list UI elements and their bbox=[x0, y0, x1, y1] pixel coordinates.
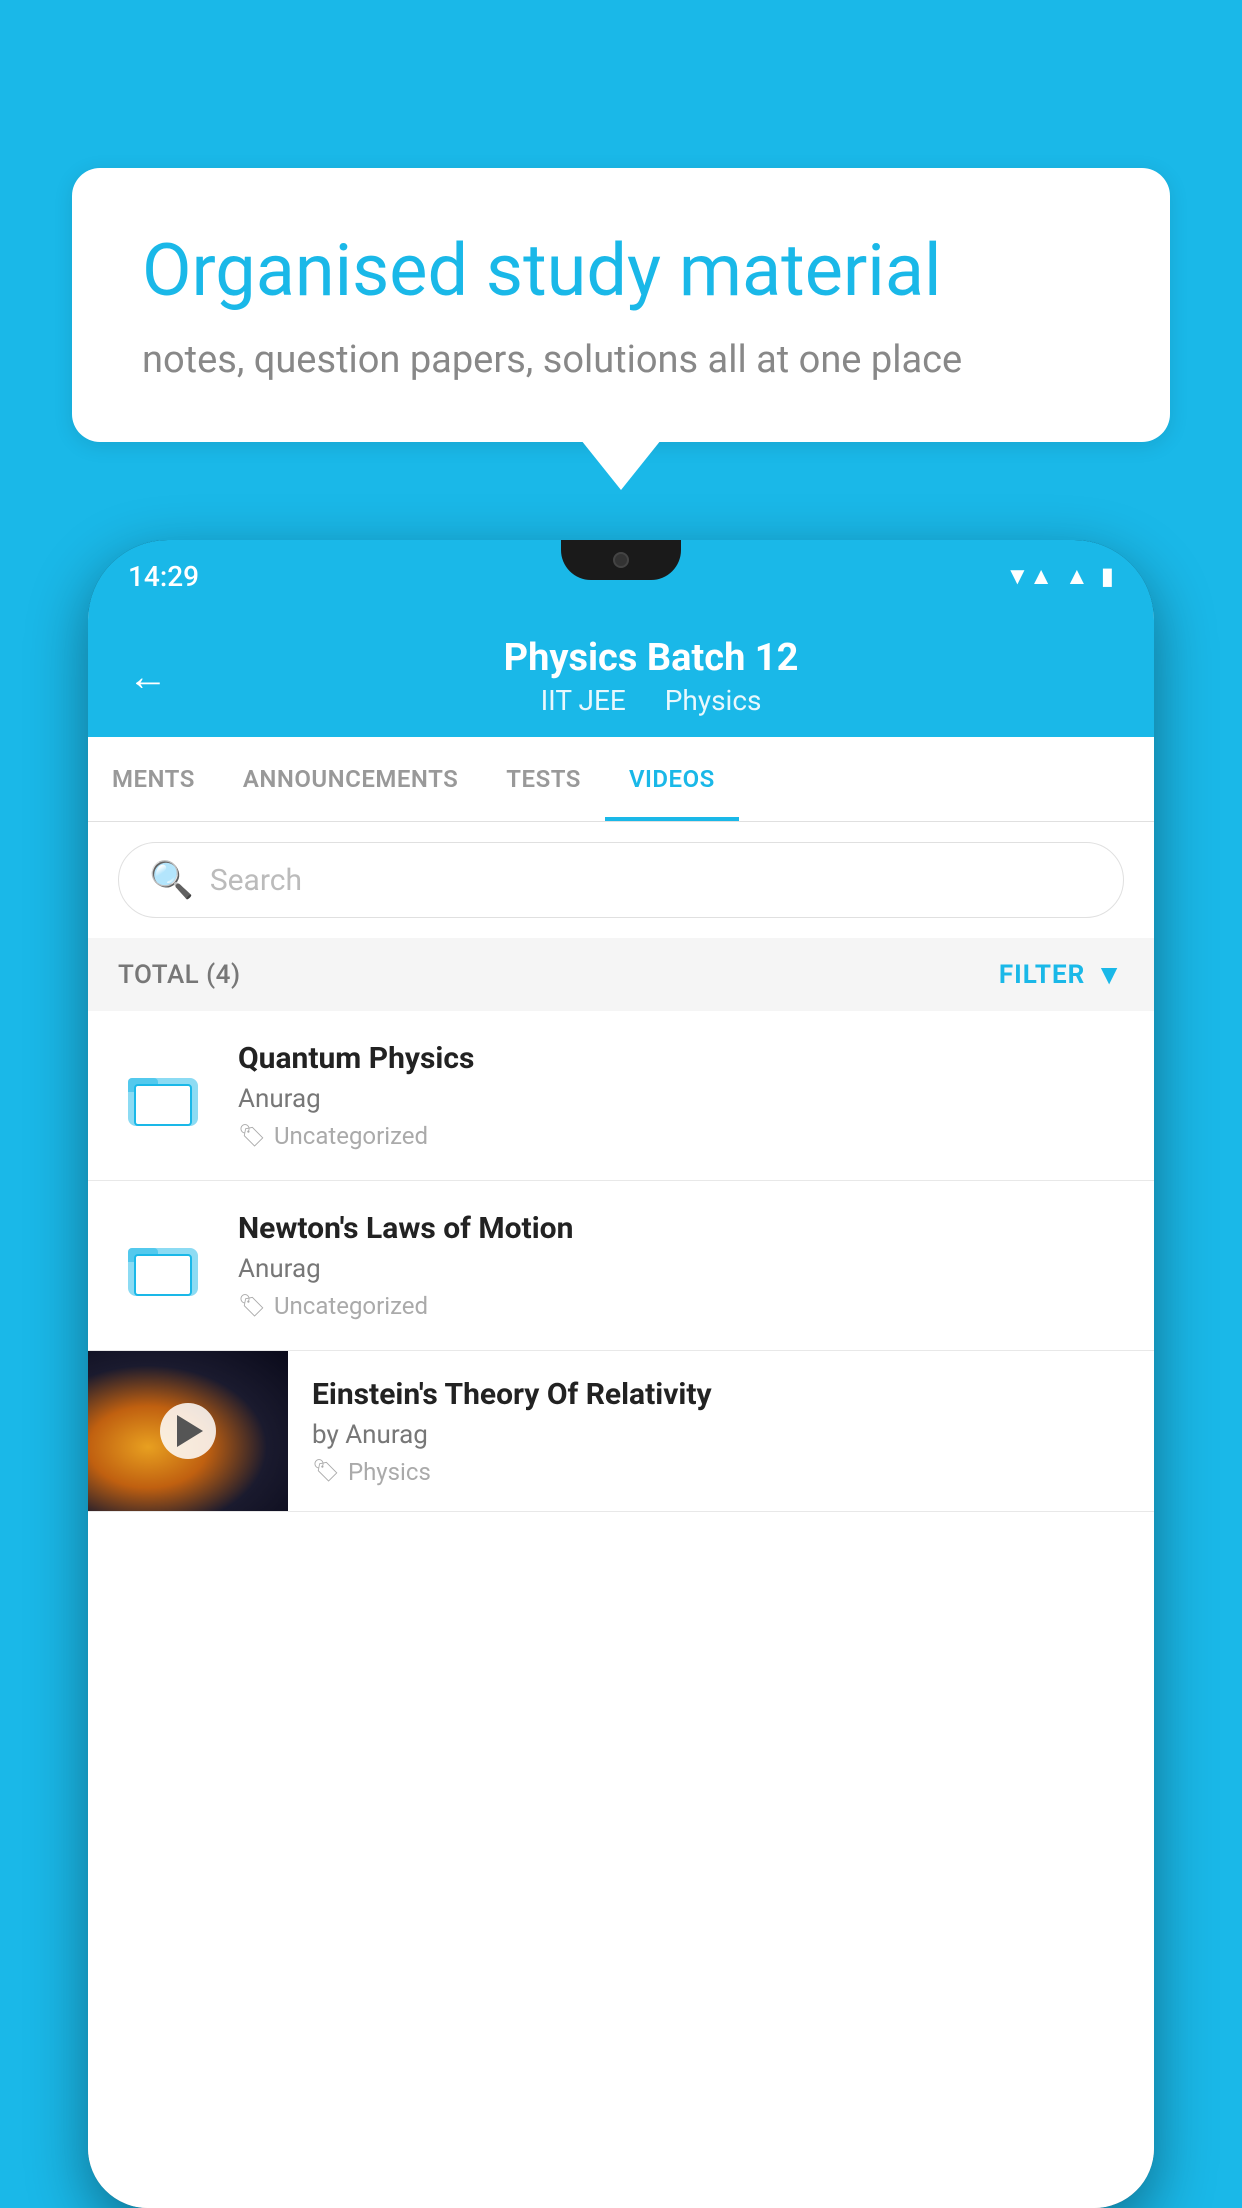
battery-icon: ▮ bbox=[1101, 562, 1114, 590]
list-item[interactable]: Einstein's Theory Of Relativity by Anura… bbox=[88, 1351, 1154, 1512]
status-time: 14:29 bbox=[128, 560, 199, 593]
page-title: Physics Batch 12 bbox=[188, 636, 1114, 680]
subtitle-iitjee: IIT JEE bbox=[541, 684, 626, 717]
tag-icon: 🏷 bbox=[238, 1124, 266, 1149]
tag-label: Uncategorized bbox=[274, 1292, 428, 1320]
total-count: TOTAL (4) bbox=[118, 960, 241, 990]
status-icons: ▼▲ ▲ ▮ bbox=[1006, 562, 1115, 591]
item-content: Newton's Laws of Motion Anurag 🏷 Uncateg… bbox=[238, 1211, 1124, 1320]
tab-tests[interactable]: TESTS bbox=[482, 737, 605, 821]
status-bar: 14:29 ▼▲ ▲ ▮ bbox=[88, 540, 1154, 612]
filter-icon: ▼ bbox=[1095, 958, 1124, 991]
folder-icon-wrap bbox=[118, 1221, 208, 1311]
phone-frame: 14:29 ▼▲ ▲ ▮ ← Physics Batch 12 IIT JEE … bbox=[88, 540, 1154, 2208]
folder-icon-wrap bbox=[118, 1051, 208, 1141]
item-tag: 🏷 Physics bbox=[312, 1458, 1130, 1486]
item-title: Einstein's Theory Of Relativity bbox=[312, 1377, 1130, 1412]
folder-front bbox=[134, 1254, 192, 1296]
search-container: 🔍 Search bbox=[88, 822, 1154, 938]
tab-announcements[interactable]: ANNOUNCEMENTS bbox=[219, 737, 482, 821]
notch bbox=[561, 540, 681, 580]
tab-ments[interactable]: MENTS bbox=[88, 737, 219, 821]
filter-button[interactable]: FILTER ▼ bbox=[999, 958, 1124, 991]
video-thumbnail bbox=[88, 1351, 288, 1511]
bubble-subtitle: notes, question papers, solutions all at… bbox=[142, 338, 1100, 382]
wifi-icon: ▼▲ bbox=[1006, 562, 1054, 591]
tab-videos[interactable]: VIDEOS bbox=[605, 737, 739, 821]
play-button[interactable] bbox=[160, 1403, 216, 1459]
tag-icon: 🏷 bbox=[312, 1459, 340, 1484]
speech-bubble: Organised study material notes, question… bbox=[72, 168, 1170, 442]
signal-icon: ▲ bbox=[1065, 562, 1089, 591]
bubble-title: Organised study material bbox=[142, 228, 1100, 314]
item-title: Quantum Physics bbox=[238, 1041, 1124, 1076]
folder-front bbox=[134, 1084, 192, 1126]
content-list: Quantum Physics Anurag 🏷 Uncategorized bbox=[88, 1011, 1154, 2208]
camera bbox=[613, 552, 629, 568]
search-input[interactable]: Search bbox=[210, 863, 302, 898]
filter-row: TOTAL (4) FILTER ▼ bbox=[88, 938, 1154, 1011]
item-title: Newton's Laws of Motion bbox=[238, 1211, 1124, 1246]
folder-icon bbox=[128, 1236, 198, 1296]
filter-label: FILTER bbox=[999, 960, 1085, 990]
list-item[interactable]: Newton's Laws of Motion Anurag 🏷 Uncateg… bbox=[88, 1181, 1154, 1351]
folder-icon bbox=[128, 1066, 198, 1126]
item-tag: 🏷 Uncategorized bbox=[238, 1122, 1124, 1150]
back-button[interactable]: ← bbox=[128, 653, 168, 700]
item-author: Anurag bbox=[238, 1084, 1124, 1114]
app-header: ← Physics Batch 12 IIT JEE Physics bbox=[88, 612, 1154, 737]
tag-label: Uncategorized bbox=[274, 1122, 428, 1150]
tab-bar: MENTS ANNOUNCEMENTS TESTS VIDEOS bbox=[88, 737, 1154, 822]
play-icon bbox=[177, 1415, 203, 1447]
item-content: Quantum Physics Anurag 🏷 Uncategorized bbox=[238, 1041, 1124, 1150]
item-author: Anurag bbox=[238, 1254, 1124, 1284]
item-content: Einstein's Theory Of Relativity by Anura… bbox=[288, 1353, 1154, 1510]
header-subtitle: IIT JEE Physics bbox=[188, 684, 1114, 717]
tag-icon: 🏷 bbox=[238, 1294, 266, 1319]
phone-screen: ← Physics Batch 12 IIT JEE Physics MENTS… bbox=[88, 612, 1154, 2208]
tag-label: Physics bbox=[348, 1458, 431, 1486]
search-icon: 🔍 bbox=[149, 859, 194, 901]
search-bar[interactable]: 🔍 Search bbox=[118, 842, 1124, 918]
item-author: by Anurag bbox=[312, 1420, 1130, 1450]
subtitle-physics: Physics bbox=[665, 684, 762, 717]
list-item[interactable]: Quantum Physics Anurag 🏷 Uncategorized bbox=[88, 1011, 1154, 1181]
item-tag: 🏷 Uncategorized bbox=[238, 1292, 1124, 1320]
header-title-section: Physics Batch 12 IIT JEE Physics bbox=[188, 636, 1114, 717]
